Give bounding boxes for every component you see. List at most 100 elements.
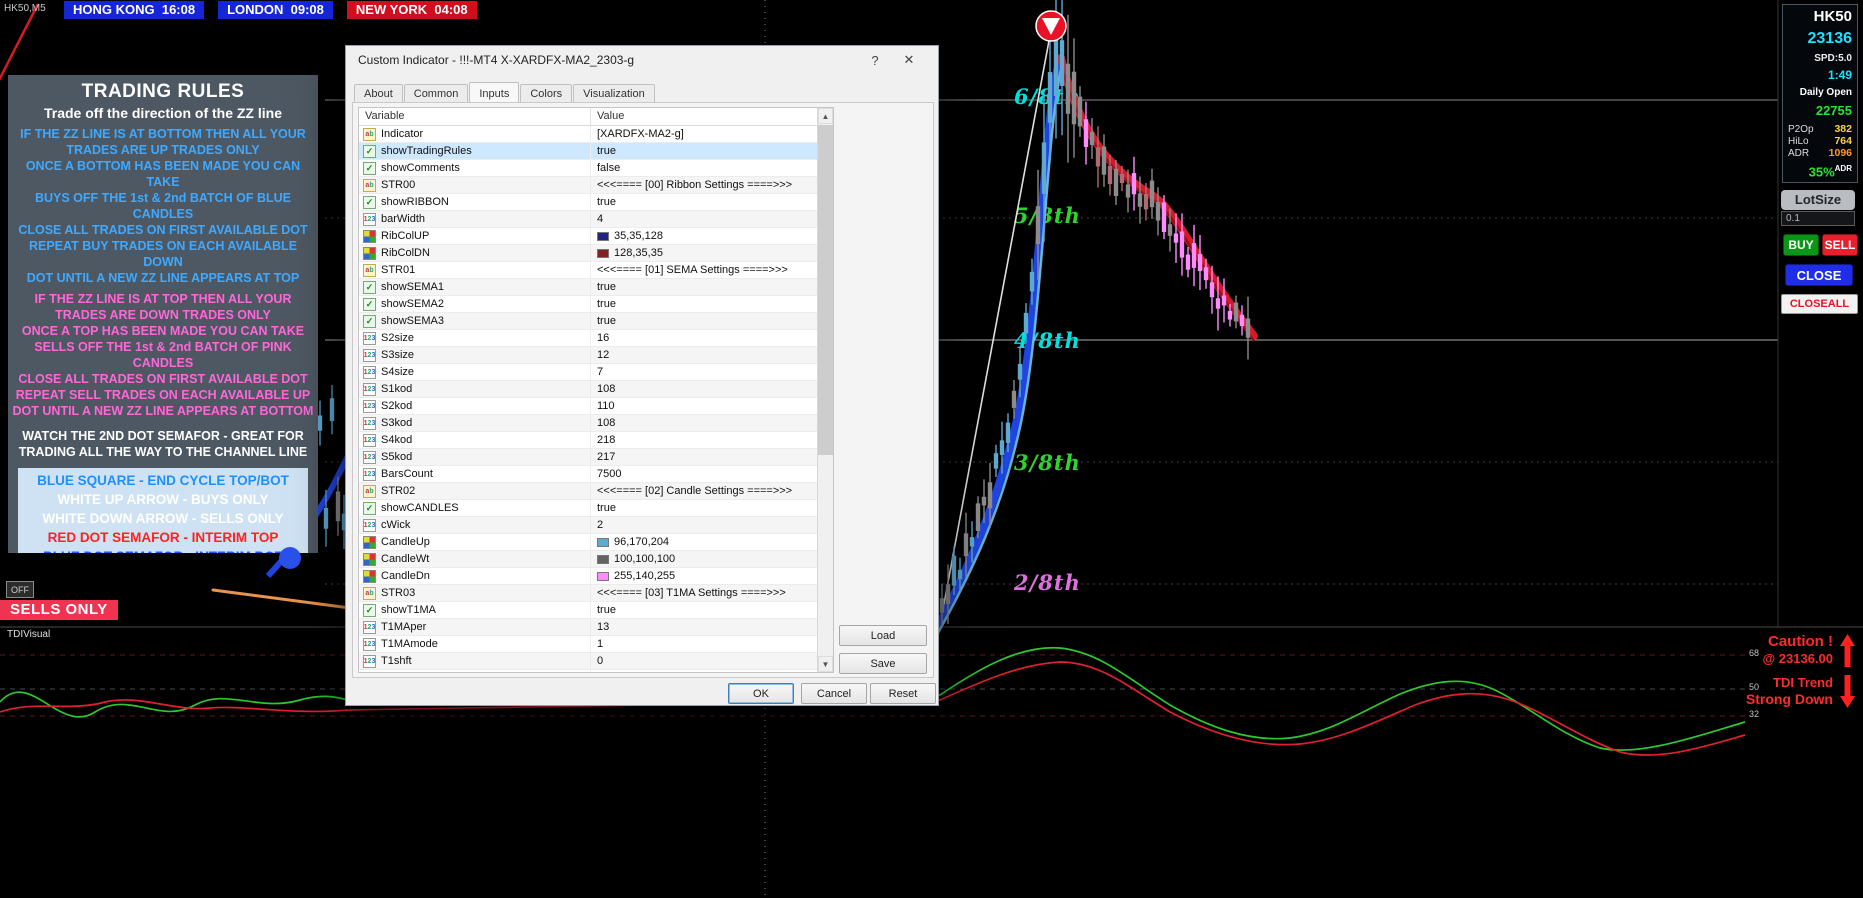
- bool-type-icon: ✓: [363, 297, 376, 311]
- param-row-RibColUP[interactable]: RibColUP 35,35,128: [359, 228, 817, 245]
- param-value: 16: [597, 332, 610, 344]
- save-button[interactable]: Save: [839, 653, 927, 674]
- param-row-S3kod[interactable]: 1 2 3 S3kod 108: [359, 415, 817, 432]
- sell-rule-line-6: DOT UNTIL A NEW ZZ LINE APPEARS AT BOTTO…: [12, 404, 314, 418]
- sell-rules-text: IF THE ZZ LINE IS AT TOP THEN ALL YOUR TR…: [12, 291, 314, 419]
- param-row-STR02[interactable]: a b STR02 <<<==== [02] Candle Settings ====…: [359, 483, 817, 500]
- adr-percent: 35%ADR: [1788, 164, 1852, 179]
- buy-rule-line-1: TRADES ARE UP TRADES ONLY: [66, 143, 260, 157]
- param-value: 12: [597, 349, 610, 361]
- sell-rule-line-1: TRADES ARE DOWN TRADES ONLY: [55, 308, 271, 322]
- param-row-S4kod[interactable]: 1 2 3 S4kod 218: [359, 432, 817, 449]
- legend-line-1: WHITE UP ARROW - BUYS ONLY: [57, 492, 269, 507]
- bool-type-icon: ✓: [363, 314, 376, 328]
- scroll-down-arrow[interactable]: ▼: [818, 656, 833, 672]
- top-semafor-marker: [1035, 10, 1067, 42]
- reset-button[interactable]: Reset: [870, 683, 936, 704]
- buy-rule-line-5: REPEAT BUY TRADES ON EACH AVAILABLE DOWN: [28, 239, 298, 269]
- param-row-CandleUp[interactable]: CandleUp 96,170,204: [359, 534, 817, 551]
- close-dialog-button[interactable]: ✕: [892, 52, 926, 68]
- daily-open-label: Daily Open: [1799, 87, 1852, 99]
- cancel-button[interactable]: Cancel: [801, 683, 867, 704]
- scroll-up-arrow[interactable]: ▲: [818, 108, 833, 124]
- param-row-S1kod[interactable]: 1 2 3 S1kod 108: [359, 381, 817, 398]
- sema-ribbon-down-accent: [1059, 63, 1255, 342]
- param-row-S3size[interactable]: 1 2 3 S3size 12: [359, 347, 817, 364]
- stat-label-p2op: P2Op: [1788, 123, 1814, 135]
- param-row-showSEMA1[interactable]: ✓ showSEMA1 true: [359, 279, 817, 296]
- buy-button[interactable]: BUY: [1783, 234, 1819, 256]
- tab-about[interactable]: About: [354, 84, 403, 103]
- param-row-S2size[interactable]: 1 2 3 S2size 16: [359, 330, 817, 347]
- table-scrollbar[interactable]: ▲ ▼: [817, 108, 833, 672]
- param-row-S5kod[interactable]: 1 2 3 S5kod 217: [359, 449, 817, 466]
- sell-button[interactable]: SELL: [1822, 234, 1858, 256]
- stat-value-hilo: 764: [1834, 134, 1852, 147]
- param-value: 0: [597, 655, 604, 667]
- info-stats: P2Op 382 HiLo 764 ADR 1096: [1788, 123, 1852, 159]
- param-name: showSEMA1: [381, 281, 444, 293]
- chart-symbol-label: HK50,M5: [4, 3, 46, 14]
- param-row-CandleDn[interactable]: CandleDn 255,140,255: [359, 568, 817, 585]
- str-type-icon: ab: [363, 586, 376, 600]
- param-row-showTradingRules[interactable]: ✓ showTradingRules true: [359, 143, 817, 160]
- candle-timer: 1:49: [1827, 68, 1852, 83]
- param-row-S2kod[interactable]: 1 2 3 S2kod 110: [359, 398, 817, 415]
- param-row-showT1MA[interactable]: ✓ showT1MA true: [359, 602, 817, 619]
- load-button[interactable]: Load: [839, 625, 927, 646]
- lot-size-input[interactable]: 0.1: [1781, 211, 1855, 226]
- param-row-STR01[interactable]: a b STR01 <<<==== [01] SEMA Settings ====>>…: [359, 262, 817, 279]
- param-name: STR00: [381, 179, 416, 191]
- param-row-S4size[interactable]: 1 2 3 S4size 7: [359, 364, 817, 381]
- param-row-showSEMA2[interactable]: ✓ showSEMA2 true: [359, 296, 817, 313]
- bool-type-icon: ✓: [363, 603, 376, 617]
- param-row-showCANDLES[interactable]: ✓ showCANDLES true: [359, 500, 817, 517]
- param-name: CandleWt: [381, 553, 430, 565]
- param-row-BarsCount[interactable]: 1 2 3 BarsCount 7500: [359, 466, 817, 483]
- param-row-STR00[interactable]: a b STR00 <<<==== [00] Ribbon Settings ====…: [359, 177, 817, 194]
- param-row-T1shft[interactable]: 1 2 3 T1shft 0: [359, 653, 817, 670]
- dialog-tabs: About Common Inputs Colors Visualization: [354, 82, 656, 103]
- buy-rule-line-4: CLOSE ALL TRADES ON FIRST AVAILABLE DOT: [18, 223, 308, 237]
- param-row-Indicator[interactable]: a b Indicator [XARDFX-MA2-g]: [359, 126, 817, 143]
- tab-common[interactable]: Common: [403, 84, 469, 103]
- param-row-T1MAmode[interactable]: 1 2 3 T1MAmode 1: [359, 636, 817, 653]
- param-row-showSEMA3[interactable]: ✓ showSEMA3 true: [359, 313, 817, 330]
- ok-button[interactable]: OK: [728, 683, 794, 704]
- sell-rule-line-4: CLOSE ALL TRADES ON FIRST AVAILABLE DOT: [18, 372, 308, 386]
- caution-text: Caution !: [1768, 633, 1833, 650]
- param-row-cWick[interactable]: 1 2 3 cWick 2: [359, 517, 817, 534]
- sell-rule-line-3: SELLS OFF THE 1st & 2nd BATCH OF PINK CA…: [34, 340, 292, 370]
- param-row-partial[interactable]: 123: [359, 670, 817, 672]
- color-type-icon: [363, 552, 376, 566]
- param-name: T1MAmode: [381, 638, 438, 650]
- param-row-RibColDN[interactable]: RibColDN 128,35,35: [359, 245, 817, 262]
- tab-inputs[interactable]: Inputs: [469, 82, 520, 103]
- param-row-showComments[interactable]: ✓ showComments false: [359, 160, 817, 177]
- color-type-icon: [363, 246, 376, 260]
- off-button[interactable]: OFF: [6, 581, 34, 598]
- param-row-showRIBBON[interactable]: ✓ showRIBBON true: [359, 194, 817, 211]
- param-value: <<<==== [03] T1MA Settings ====>>>: [597, 587, 786, 599]
- param-row-CandleWt[interactable]: CandleWt 100,100,100: [359, 551, 817, 568]
- parameters-table: Variable Value a b Indicator [XARDFX-MA2-g]…: [358, 107, 834, 673]
- rules-subtitle: Trade off the direction of the ZZ line: [43, 105, 282, 121]
- close-button[interactable]: CLOSE: [1785, 264, 1853, 286]
- param-value: 110: [597, 400, 615, 412]
- str-type-icon: ab: [363, 178, 376, 192]
- bool-type-icon: ✓: [363, 501, 376, 515]
- close-all-button[interactable]: CLOSEALL: [1781, 294, 1858, 314]
- tab-colors[interactable]: Colors: [520, 84, 573, 103]
- int-type-icon: 123: [363, 637, 376, 651]
- trade-mode-badge: SELLS ONLY: [0, 600, 118, 620]
- int-type-icon: 123: [363, 348, 376, 362]
- help-button[interactable]: ?: [858, 53, 892, 68]
- param-value: 2: [597, 519, 604, 531]
- scroll-thumb[interactable]: [818, 125, 833, 455]
- param-row-STR03[interactable]: a b STR03 <<<==== [03] T1MA Settings ====>>…: [359, 585, 817, 602]
- down-arrow-icon: [1840, 674, 1855, 708]
- dialog-titlebar[interactable]: Custom Indicator - !!!-MT4 X-XARDFX-MA2_…: [346, 46, 938, 74]
- tab-visualization[interactable]: Visualization: [573, 84, 655, 103]
- param-row-barWidth[interactable]: 1 2 3 barWidth 4: [359, 211, 817, 228]
- param-row-T1MAper[interactable]: 1 2 3 T1MAper 13: [359, 619, 817, 636]
